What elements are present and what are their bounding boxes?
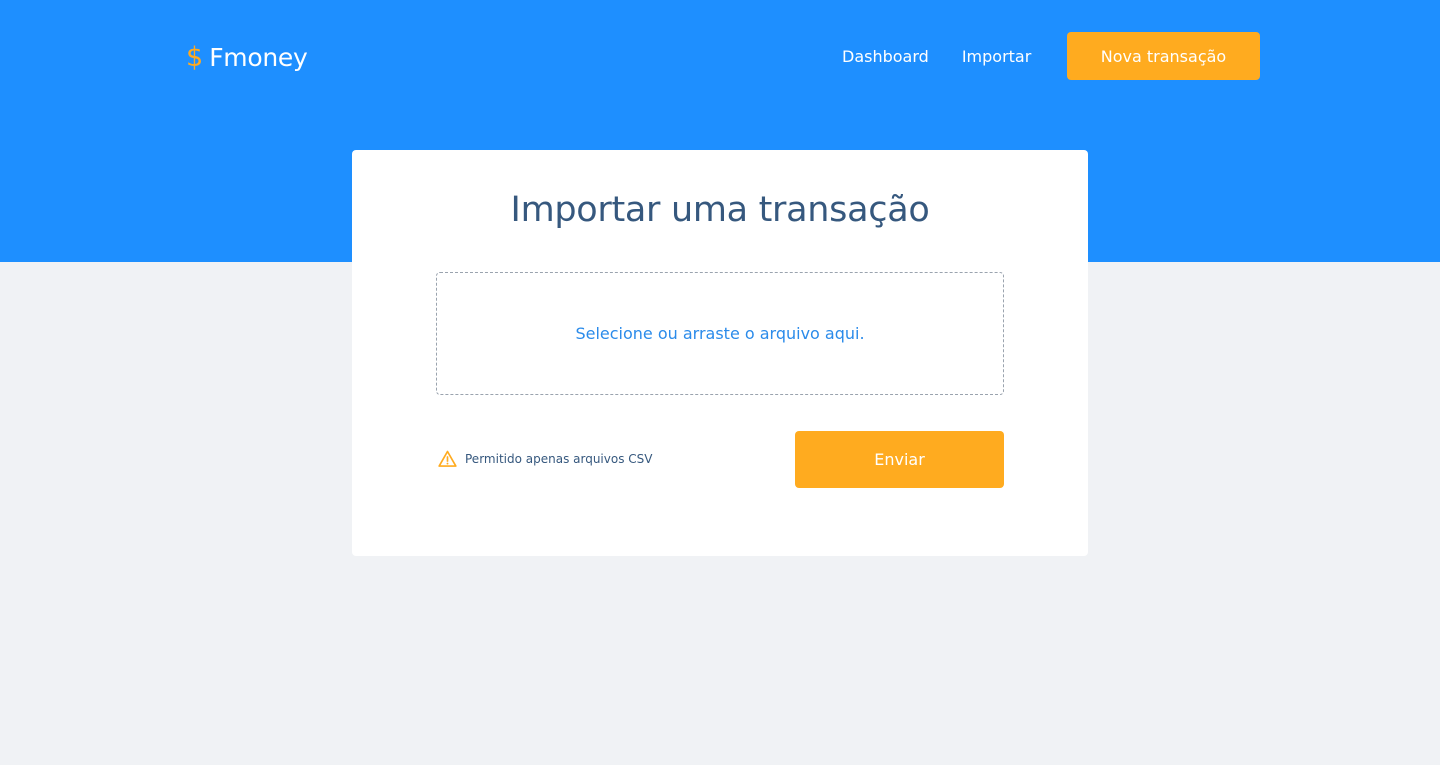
brand-logo[interactable]: $ Fmoney [186,40,308,74]
file-type-hint: Permitido apenas arquivos CSV [437,448,652,470]
warning-icon [438,450,457,467]
submit-button[interactable]: Enviar [795,431,1004,488]
hint-text: Permitido apenas arquivos CSV [465,452,653,466]
import-card: Importar uma transação Selecione ou arra… [352,150,1088,556]
nav-link-dashboard[interactable]: Dashboard [842,47,929,66]
brand-name: Fmoney [209,42,308,72]
nav-link-importar[interactable]: Importar [962,47,1031,66]
top-navbar: $ Fmoney Dashboard Importar Nova transaç… [0,0,1440,112]
dropzone-label: Selecione ou arraste o arquivo aqui. [575,324,865,343]
new-transaction-button[interactable]: Nova transação [1067,32,1260,80]
file-dropzone[interactable]: Selecione ou arraste o arquivo aqui. [436,272,1004,395]
dollar-sign-icon: $ [186,41,204,73]
nav-links: Dashboard Importar [842,32,1031,80]
page-title: Importar uma transação [510,190,930,230]
